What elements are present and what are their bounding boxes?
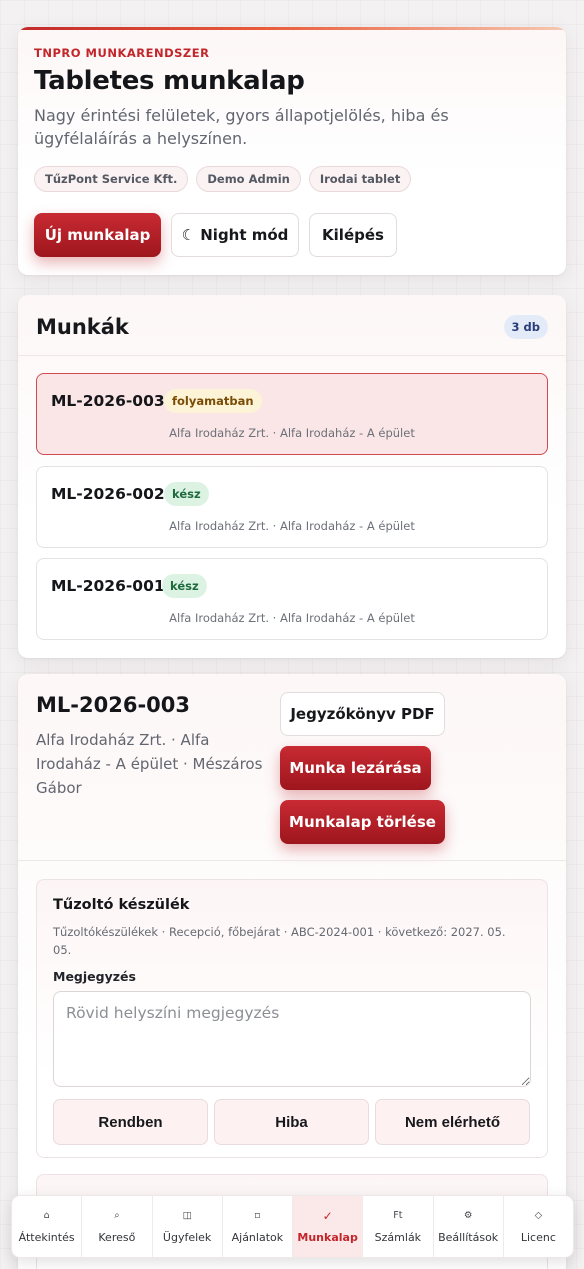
diamond-icon: ◇: [534, 1209, 543, 1221]
pdf-report-button[interactable]: Jegyzőkönyv PDF: [280, 692, 445, 736]
nav-label: Beállítások: [438, 1230, 499, 1244]
item-title: Tűzoltó készülék: [53, 897, 190, 913]
jobs-title: Munkák: [36, 315, 129, 339]
quote-icon: ▫: [254, 1209, 261, 1221]
job-meta: Alfa Irodaház Zrt. · Alfa Irodaház - A é…: [169, 426, 415, 440]
nav-label: Licenc: [520, 1230, 556, 1244]
job-meta: Alfa Irodaház Zrt. · Alfa Irodaház - A é…: [169, 611, 415, 625]
divider: [18, 860, 566, 861]
jobs-card: Munkák 3 db ML-2026-003 folyamatban Alfa…: [18, 295, 566, 658]
search-icon: ⌕: [114, 1209, 120, 1221]
company-chip: TűzPont Service Kft.: [34, 166, 189, 192]
job-list-item[interactable]: ML-2026-003 folyamatban Alfa Irodaház Zr…: [36, 373, 548, 455]
home-icon: ⌂: [43, 1209, 50, 1221]
nav-item-invoices[interactable]: Ft Számlák: [363, 1196, 434, 1257]
page-subtitle: Nagy érintési felületek, gyors állapotje…: [34, 106, 449, 148]
status-badge: folyamatban: [164, 389, 262, 413]
close-job-button[interactable]: Munka lezárása: [280, 746, 431, 790]
job-id: ML-2026-002: [51, 485, 165, 503]
user-chip: Demo Admin: [196, 166, 301, 192]
nav-label: Ügyfelek: [162, 1230, 212, 1244]
job-list-item[interactable]: ML-2026-002 kész Alfa Irodaház Zrt. · Al…: [36, 466, 548, 548]
bottom-navigation: ⌂ Áttekintés ⌕ Kereső ◫ Ügyfelek ▫ Ajánl…: [11, 1195, 574, 1258]
nav-item-settings[interactable]: ⚙ Beállítások: [434, 1196, 504, 1257]
status-badge: kész: [164, 482, 209, 506]
nav-item-overview[interactable]: ⌂ Áttekintés: [12, 1196, 83, 1257]
state-buttons: Rendben Hiba Nem elérhető: [53, 1099, 530, 1145]
context-chips: TűzPont Service Kft. Demo Admin Irodai t…: [34, 166, 412, 192]
nav-item-worksheet[interactable]: ✓ Munkalap: [293, 1196, 364, 1257]
nav-label: Ajánlatok: [231, 1230, 284, 1244]
currency-icon: Ft: [393, 1209, 403, 1221]
item-meta: Tűzoltókészülékek · Recepció, főbejárat …: [53, 925, 506, 957]
nav-item-search[interactable]: ⌕ Kereső: [82, 1196, 153, 1257]
nav-item-license[interactable]: ◇ Licenc: [504, 1196, 573, 1257]
gear-icon: ⚙: [463, 1209, 473, 1221]
new-worksheet-button[interactable]: Új munkalap: [34, 213, 161, 257]
job-list-item[interactable]: ML-2026-001 kész Alfa Irodaház Zrt. · Al…: [36, 558, 548, 640]
check-icon: ✓: [322, 1208, 333, 1223]
worksheet-actions: Jegyzőkönyv PDF Munka lezárása Munkalap …: [280, 692, 445, 844]
note-label: Megjegyzés: [53, 969, 136, 984]
app-eyebrow: TNPRO MUNKARENDSZER: [34, 46, 210, 60]
worksheet-detail-card: ML-2026-003 Alfa Irodaház Zrt. · Alfa Ir…: [18, 674, 566, 1269]
ok-state-button[interactable]: Rendben: [53, 1099, 208, 1145]
device-chip: Irodai tablet: [308, 166, 412, 192]
nav-label: Áttekintés: [18, 1230, 75, 1244]
night-mode-button[interactable]: ☾ Night mód: [171, 213, 299, 257]
logout-button[interactable]: Kilépés: [309, 213, 397, 257]
delete-worksheet-button[interactable]: Munkalap törlése: [280, 800, 445, 844]
worksheet-id: ML-2026-003: [36, 693, 190, 717]
job-meta: Alfa Irodaház Zrt. · Alfa Irodaház - A é…: [169, 519, 415, 533]
fault-state-button[interactable]: Hiba: [214, 1099, 369, 1145]
nav-label: Számlák: [374, 1230, 422, 1244]
job-id: ML-2026-001: [51, 577, 165, 595]
inspection-item-card: Tűzoltó készülék Tűzoltókészülékek · Rec…: [36, 879, 548, 1158]
header-actions: Új munkalap ☾ Night mód Kilépés: [34, 213, 397, 257]
nav-label: Munkalap: [297, 1230, 358, 1244]
jobs-count-badge: 3 db: [503, 315, 548, 339]
page-title: Tabletes munkalap: [34, 66, 305, 96]
unavailable-state-button[interactable]: Nem elérhető: [375, 1099, 530, 1145]
job-id: ML-2026-003: [51, 392, 165, 410]
nav-item-quotes[interactable]: ▫ Ajánlatok: [223, 1196, 293, 1257]
header-card: TNPRO MUNKARENDSZER Tabletes munkalap Na…: [18, 27, 566, 275]
worksheet-meta: Alfa Irodaház Zrt. · Alfa Irodaház - A é…: [36, 731, 263, 797]
nav-item-customers[interactable]: ◫ Ügyfelek: [153, 1196, 223, 1257]
divider: [18, 355, 566, 356]
status-badge: kész: [162, 574, 207, 598]
nav-label: Kereső: [98, 1230, 136, 1244]
note-textarea[interactable]: [53, 991, 531, 1087]
customers-icon: ◫: [182, 1209, 192, 1221]
